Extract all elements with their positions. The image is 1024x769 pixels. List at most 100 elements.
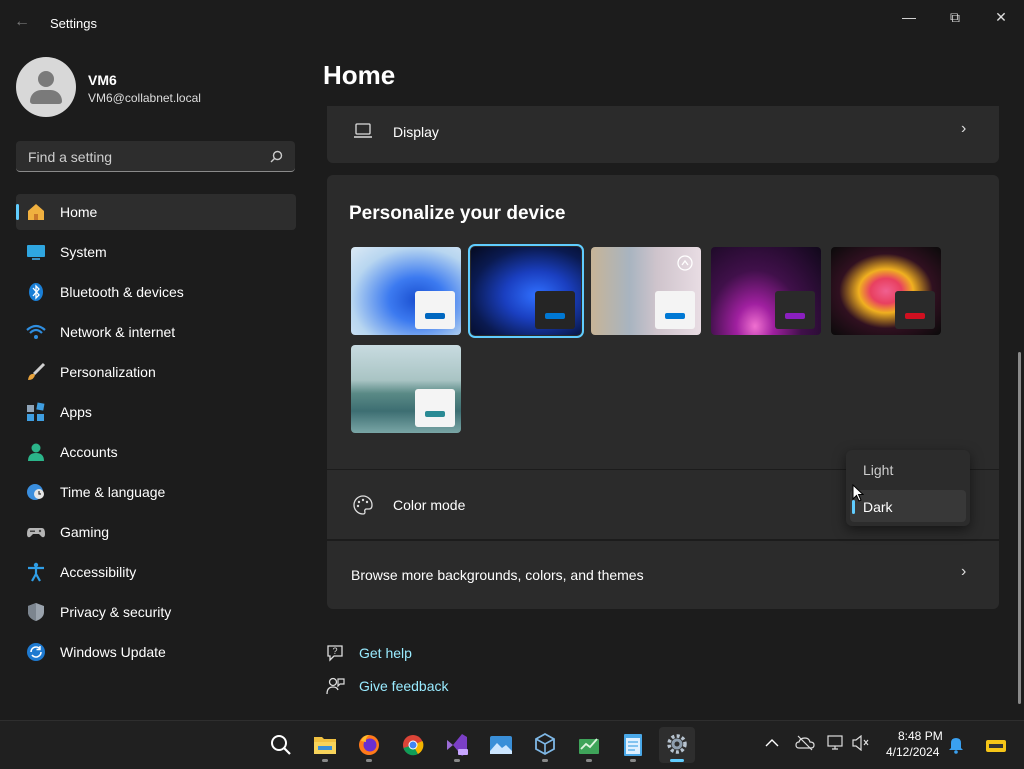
visual-studio-icon [447, 734, 468, 756]
theme-thumb-flow[interactable] [831, 247, 941, 335]
sidebar-item-home[interactable]: Home [16, 194, 296, 230]
taskbar-firefox[interactable] [351, 727, 387, 763]
sidebar-nav: Home System Bluetooth & devices Network … [16, 194, 296, 674]
update-icon [27, 643, 45, 661]
network-icon[interactable] [827, 735, 845, 751]
search-icon [271, 735, 291, 755]
display-label: Display [393, 124, 439, 140]
page-title: Home [323, 60, 396, 90]
sidebar-item-accounts[interactable]: Accounts [16, 434, 296, 470]
app-title: Settings [50, 16, 97, 31]
accounts-icon [28, 443, 44, 461]
palette-icon [353, 495, 373, 515]
svg-text:?: ? [332, 646, 337, 656]
scrollbar[interactable] [1018, 352, 1021, 704]
search-box[interactable] [16, 141, 295, 172]
firefox-icon [359, 735, 379, 755]
sidebar-item-label: System [60, 244, 107, 260]
photos-icon [490, 736, 512, 754]
restore-button[interactable]: ⧉ [932, 6, 978, 28]
taskbar-virtualbox[interactable] [527, 727, 563, 763]
sidebar-item-label: Windows Update [60, 644, 166, 660]
chrome-icon [403, 735, 424, 756]
theme-thumb-dark-bloom[interactable] [468, 244, 584, 338]
taskbar-search[interactable] [263, 727, 299, 763]
sidebar-item-label: Apps [60, 404, 92, 420]
feedback-icon [326, 677, 345, 695]
theme-thumb-light-bloom[interactable] [351, 247, 461, 335]
taskbar-visual-studio[interactable] [439, 727, 475, 763]
sidebar-item-personalization[interactable]: Personalization [16, 354, 296, 390]
color-mode-dropdown[interactable]: Light Dark [846, 450, 970, 526]
color-mode-option-dark[interactable]: Dark [850, 490, 966, 522]
theme-thumb-captured-motion[interactable] [591, 247, 701, 335]
section-title: Personalize your device [349, 203, 566, 224]
sidebar-item-gaming[interactable]: Gaming [16, 514, 296, 550]
sidebar-item-label: Network & internet [60, 324, 176, 340]
taskbar-notepad[interactable] [615, 727, 651, 763]
taskbar-task-manager[interactable] [571, 727, 607, 763]
give-feedback-label[interactable]: Give feedback [359, 678, 449, 694]
sidebar-item-system[interactable]: System [16, 234, 296, 270]
back-arrow-icon[interactable]: ← [14, 12, 34, 32]
chevron-right-icon: › [961, 120, 967, 137]
user-name: VM6 [88, 72, 117, 88]
mouse-cursor-icon [852, 484, 864, 502]
sidebar-item-time-language[interactable]: Time & language [16, 474, 296, 510]
sidebar-item-label: Accounts [60, 444, 118, 460]
search-input[interactable] [26, 147, 260, 167]
slideshow-badge-icon [677, 255, 693, 271]
search-icon[interactable] [270, 150, 283, 163]
laptop-icon [354, 123, 372, 138]
close-button[interactable]: ✕ [978, 6, 1024, 28]
sidebar-item-label: Home [60, 204, 98, 220]
sidebar-item-label: Privacy & security [60, 604, 172, 620]
shield-icon [28, 603, 44, 621]
clock-time[interactable]: 8:48 PM [898, 729, 943, 743]
task-manager-icon [579, 738, 599, 754]
notification-bell-icon[interactable] [948, 736, 964, 754]
wifi-icon [26, 324, 46, 339]
sidebar-item-network[interactable]: Network & internet [16, 314, 296, 350]
settings-icon [667, 734, 687, 754]
onedrive-icon[interactable] [795, 735, 815, 751]
bluetooth-icon [29, 283, 43, 301]
color-mode-label: Color mode [393, 497, 466, 513]
sidebar-item-bluetooth[interactable]: Bluetooth & devices [16, 274, 296, 310]
sidebar-item-windows-update[interactable]: Windows Update [16, 634, 296, 670]
taskbar-photos[interactable] [483, 727, 519, 763]
sidebar-item-label: Time & language [60, 484, 166, 500]
volume-muted-icon[interactable] [852, 735, 870, 751]
brush-icon [28, 362, 46, 380]
display-row[interactable]: Display › [327, 106, 999, 163]
taskbar-file-explorer[interactable] [307, 727, 343, 763]
personalize-card: Personalize your device [327, 175, 999, 469]
system-icon [27, 245, 45, 260]
apps-icon [27, 402, 45, 421]
theme-thumb-glow[interactable] [711, 247, 821, 335]
minimize-button[interactable]: — [886, 6, 932, 28]
give-feedback-link[interactable]: Give feedback [325, 676, 449, 701]
gamepad-icon [27, 528, 45, 538]
pre-release-badge-icon [986, 740, 1006, 752]
taskbar-settings[interactable] [659, 727, 695, 763]
option-label: Light [863, 462, 894, 478]
taskbar-chrome[interactable] [395, 727, 431, 763]
chevron-up-icon[interactable] [765, 738, 779, 748]
theme-thumb-sunrise[interactable] [351, 345, 461, 433]
clock-date[interactable]: 4/12/2024 [886, 745, 939, 759]
help-chat-icon: ? [327, 645, 343, 662]
get-help-link[interactable]: ? Get help [325, 643, 412, 668]
title-bar: ← Settings — ⧉ ✕ [0, 0, 1024, 46]
color-mode-option-light[interactable]: Light [850, 453, 966, 485]
sidebar-item-accessibility[interactable]: Accessibility [16, 554, 296, 590]
sidebar-item-privacy[interactable]: Privacy & security [16, 594, 296, 630]
virtualbox-icon [535, 732, 555, 756]
browse-themes-row[interactable]: Browse more backgrounds, colors, and the… [327, 541, 999, 609]
get-help-label[interactable]: Get help [359, 645, 412, 661]
clock-globe-icon [27, 484, 44, 500]
avatar[interactable] [16, 57, 76, 117]
sidebar-item-apps[interactable]: Apps [16, 394, 296, 430]
chevron-right-icon: › [961, 563, 967, 580]
user-email: VM6@collabnet.local [88, 91, 201, 105]
